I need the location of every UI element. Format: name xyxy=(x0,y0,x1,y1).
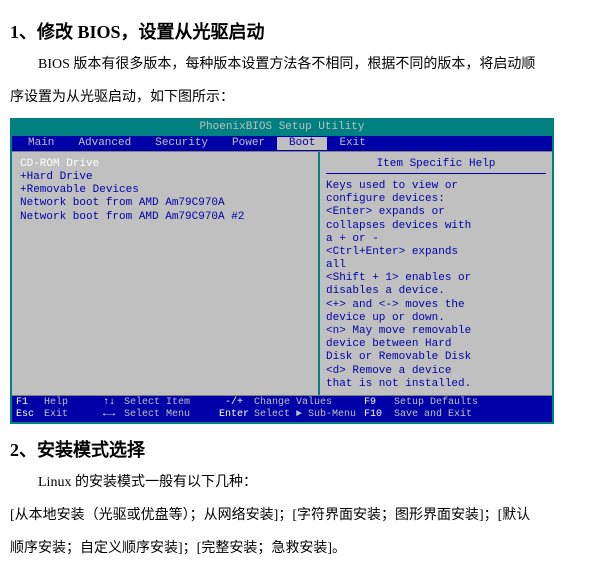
footer-label: Select Menu xyxy=(124,409,214,421)
boot-item[interactable]: Network boot from AMD Am79C970A #2 xyxy=(20,211,310,224)
bios-help-line: device up or down. xyxy=(326,312,546,325)
bios-footer: F1 Help ↑↓ Select Item -/+ Change Values… xyxy=(12,396,552,422)
footer-label: Exit xyxy=(44,409,94,421)
footer-label: Change Values xyxy=(254,397,364,409)
footer-key: -/+ xyxy=(214,397,254,409)
menu-main[interactable]: Main xyxy=(16,137,66,150)
bios-help-line: <Enter> expands or xyxy=(326,206,546,219)
bios-help-title: Item Specific Help xyxy=(326,156,546,174)
bios-help-line: <Shift + 1> enables or xyxy=(326,272,546,285)
footer-key: ↑↓ xyxy=(94,397,124,409)
bios-help-line: <Ctrl+Enter> expands xyxy=(326,246,546,259)
bios-help-panel: Item Specific Help Keys used to view or … xyxy=(320,152,552,395)
section2-heading: 2、安装模式选择 xyxy=(10,436,604,462)
bios-help-line: all xyxy=(326,259,546,272)
footer-key: F1 xyxy=(16,397,44,409)
bios-help-line: <+> and <-> moves the xyxy=(326,299,546,312)
boot-item[interactable]: CD-ROM Drive xyxy=(20,158,310,171)
bios-help-line: configure devices: xyxy=(326,193,546,206)
boot-item[interactable]: +Removable Devices xyxy=(20,184,310,197)
footer-key: F10 xyxy=(364,409,394,421)
section1-para1: BIOS 版本有很多版本，每种版本设置方法各不相同，根据不同的版本，将启动顺 xyxy=(10,52,604,77)
bios-help-line: a + or - xyxy=(326,233,546,246)
bios-help-line: <d> Remove a device xyxy=(326,365,546,378)
bios-screenshot: PhoenixBIOS Setup Utility Main Advanced … xyxy=(10,118,554,424)
menu-boot[interactable]: Boot xyxy=(277,137,327,150)
footer-row: F1 Help ↑↓ Select Item -/+ Change Values… xyxy=(16,397,548,409)
section2-para2: [从本地安装（光驱或优盘等）；从网络安装]；[字符界面安装；图形界面安装]；[默… xyxy=(10,503,604,528)
bios-help-line: device between Hard xyxy=(326,338,546,351)
bios-title: PhoenixBIOS Setup Utility xyxy=(12,120,552,135)
footer-key: ←→ xyxy=(94,409,124,421)
section2-para1: Linux 的安装模式一般有以下几种： xyxy=(10,470,604,495)
footer-label: Select Item xyxy=(124,397,214,409)
footer-key: Esc xyxy=(16,409,44,421)
bios-boot-list: CD-ROM Drive +Hard Drive +Removable Devi… xyxy=(12,152,320,395)
bios-help-line: collapses devices with xyxy=(326,220,546,233)
bios-body: CD-ROM Drive +Hard Drive +Removable Devi… xyxy=(12,151,552,396)
menu-security[interactable]: Security xyxy=(143,137,220,150)
footer-row: Esc Exit ←→ Select Menu Enter Select ► S… xyxy=(16,409,548,421)
bios-menubar: Main Advanced Security Power Boot Exit xyxy=(12,136,552,151)
footer-label: Setup Defaults xyxy=(394,397,478,409)
bios-help-line: <n> May move removable xyxy=(326,325,546,338)
footer-label: Save and Exit xyxy=(394,409,472,421)
footer-label: Help xyxy=(44,397,94,409)
footer-key: F9 xyxy=(364,397,394,409)
section2-para3: 顺序安装；自定义顺序安装]；[完整安装；急救安装]。 xyxy=(10,536,604,561)
bios-help-line: disables a device. xyxy=(326,285,546,298)
footer-label: Select ► Sub-Menu xyxy=(254,409,364,421)
footer-key: Enter xyxy=(214,409,254,421)
menu-advanced[interactable]: Advanced xyxy=(66,137,143,150)
section1-heading: 1、修改 BIOS，设置从光驱启动 xyxy=(10,18,604,44)
boot-item[interactable]: +Hard Drive xyxy=(20,171,310,184)
menu-power[interactable]: Power xyxy=(220,137,277,150)
boot-item[interactable]: Network boot from AMD Am79C970A xyxy=(20,197,310,210)
section1-para2: 序设置为从光驱启动，如下图所示： xyxy=(10,85,604,110)
bios-help-line: Disk or Removable Disk xyxy=(326,351,546,364)
bios-help-line: Keys used to view or xyxy=(326,180,546,193)
bios-help-line: that is not installed. xyxy=(326,378,546,391)
menu-exit[interactable]: Exit xyxy=(327,137,377,150)
